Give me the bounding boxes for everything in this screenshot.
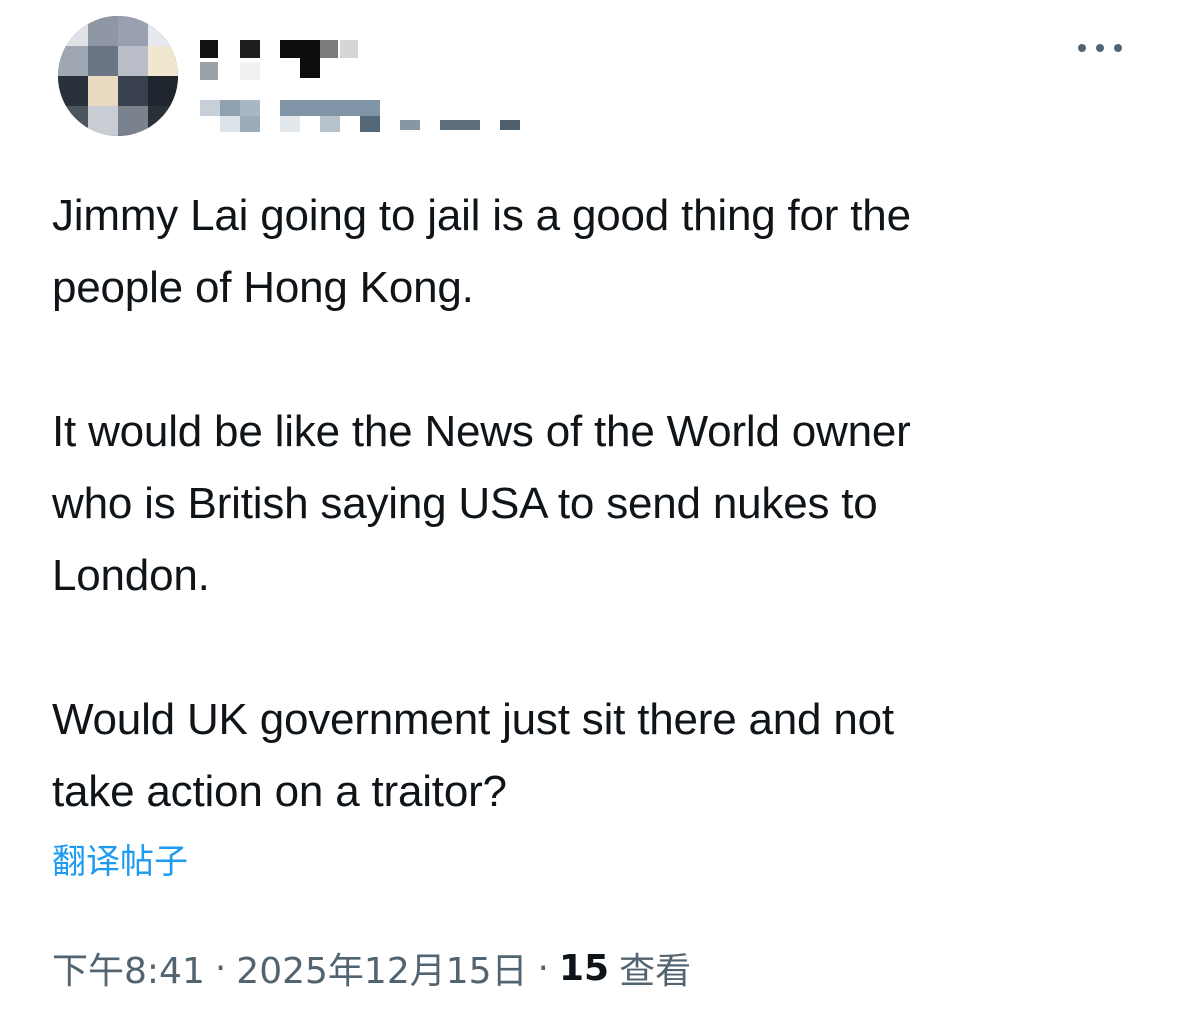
tweet-paragraph-3: Would UK government just sit there and n… (52, 695, 894, 816)
tweet-text: Jimmy Lai going to jail is a good thing … (52, 180, 1142, 828)
tweet-paragraph-1: Jimmy Lai going to jail is a good thing … (52, 191, 911, 312)
avatar[interactable] (58, 16, 178, 136)
post-time[interactable]: 下午8:41 (52, 942, 205, 994)
views-label: 查看 (619, 951, 692, 992)
user-handle[interactable] (200, 100, 530, 134)
tweet-paragraph-2: It would be like the News of the World o… (52, 407, 911, 600)
separator: · (214, 947, 227, 989)
translate-post-link[interactable]: 翻译帖子 (52, 838, 188, 886)
views-count: 15 (559, 947, 610, 989)
display-name[interactable] (200, 40, 360, 80)
more-options-button[interactable] (1072, 30, 1128, 66)
tweet-header (0, 0, 1179, 150)
tweet-meta: 下午8:41 · 2025年12月15日 · 15 查看 (52, 940, 691, 996)
post-date[interactable]: 2025年12月15日 (236, 942, 527, 994)
separator: · (537, 947, 549, 989)
